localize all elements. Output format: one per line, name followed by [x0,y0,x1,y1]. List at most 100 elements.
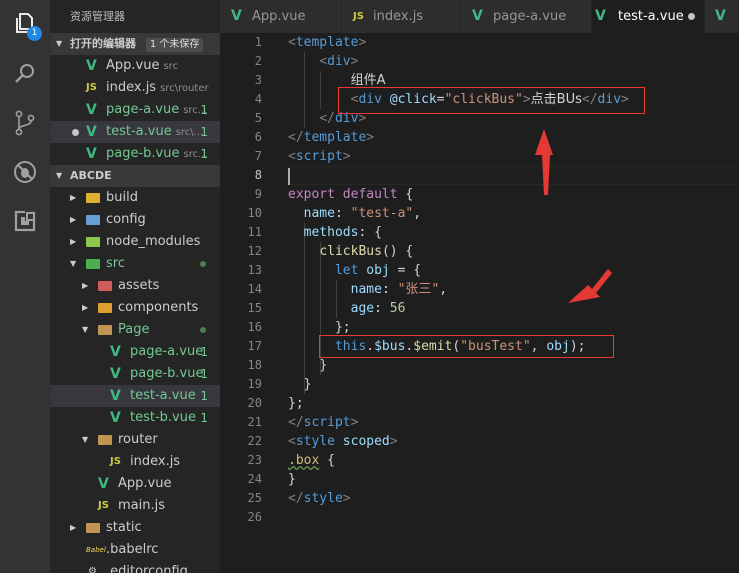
tree-folder-node-modules[interactable]: ▶ node_modules [50,231,220,253]
folder-name: components [118,300,199,315]
vue-file-icon: V [110,344,121,360]
tree-folder-router[interactable]: ▼ router [50,429,220,451]
vue-file-icon: V [86,58,97,74]
folder-name: src [106,256,125,271]
open-editor-item[interactable]: V page-a.vue src... 1 [50,99,220,121]
tree-folder-static[interactable]: ▶ static [50,517,220,539]
unsaved-dot-icon [72,129,79,136]
tree-file-babelrc[interactable]: Babel .babelrc [50,539,220,561]
folder-name: router [118,432,158,447]
vue-file-icon: V [715,8,726,24]
debug-icon[interactable] [0,149,50,195]
tree-folder-page[interactable]: ▼ Page [50,319,220,341]
folder-open-icon [98,429,112,451]
file-name: page-b.vue [130,366,204,381]
chevron-right-icon: ▶ [70,215,77,224]
source-control-icon[interactable] [0,100,50,146]
problem-count: 1 [200,389,208,403]
code-editor[interactable]: 1 2 3 4 5 6 7 8 9 10 11 12 13 14 15 16 17 18 19 20 21 22 23 24 2… [220,33,739,573]
vue-file-icon: V [86,102,97,118]
open-editor-item[interactable]: JS index.js src\router [50,77,220,99]
vue-file-icon: V [595,8,606,24]
vue-file-icon: V [98,476,109,492]
vue-file-icon: V [110,410,121,426]
file-name: test-a.vue [130,388,196,403]
folder-icon [98,297,112,319]
chevron-right-icon: ▶ [70,193,77,202]
modified-dot-icon [200,327,206,333]
file-name: test-b.vue [130,410,196,425]
tree-folder-assets[interactable]: ▶ assets [50,275,220,297]
modified-dot-icon [200,261,206,267]
notification-badge: 1 [27,26,42,41]
unsaved-badge: 1 个未保存 [145,38,204,52]
arrow-up-icon [535,129,553,195]
file-path: src [163,61,179,72]
open-editor-item[interactable]: V page-b.vue src... 1 [50,143,220,165]
editorconfig-file-icon: ⚙ [88,566,97,573]
js-file-icon: JS [98,500,109,511]
file-name: index.js [130,454,181,469]
problem-count: 1 [200,147,208,161]
folder-name: node_modules [106,234,201,249]
tab-label: index.js [373,9,424,24]
file-name: page-a.vue [130,344,204,359]
editor-tabs: V App.vue JS index.js V page-a.vue V tes… [220,0,739,33]
arrow-diagonal-icon [568,269,612,303]
tree-file-test-a-selected[interactable]: V test-a.vue 1 [50,385,220,407]
vue-file-icon: V [110,388,121,404]
tree-file-main-js[interactable]: JS main.js [50,495,220,517]
open-editor-item-active[interactable]: V test-a.vue src\... 1 [50,121,220,143]
file-name: page-b.vue [106,146,180,161]
src-folder-icon [86,253,100,275]
open-editors-header[interactable]: ▼ 打开的编辑器 1 个未保存 [50,33,220,55]
vue-file-icon: V [86,146,97,162]
chevron-down-icon: ▼ [56,171,63,180]
open-editors-list: V App.vue src JS index.js src\router V pag… [50,55,220,165]
tab-index-js[interactable]: JS index.js [342,0,461,33]
tree-file-app-vue[interactable]: V App.vue [50,473,220,495]
problem-count: 1 [200,125,208,139]
problem-count: 1 [200,411,208,425]
tab-overflow[interactable]: V [705,0,739,33]
chevron-down-icon: ▼ [56,39,63,48]
file-name: test-a.vue [106,124,172,139]
tree-file-page-b[interactable]: V page-b.vue 1 [50,363,220,385]
tab-app-vue[interactable]: V App.vue [220,0,342,33]
file-name: .editorconfig [106,564,188,573]
tab-label: test-a.vue [618,9,684,24]
tree-folder-components[interactable]: ▶ components [50,297,220,319]
activity-bar: 1 [0,0,50,573]
tree-file-test-b[interactable]: V test-b.vue 1 [50,407,220,429]
tree-folder-src[interactable]: ▼ src [50,253,220,275]
assets-folder-icon [98,275,112,297]
extensions-icon[interactable] [0,198,50,244]
chevron-down-icon: ▼ [82,325,89,334]
js-file-icon: JS [353,11,364,22]
folder-name: static [106,520,142,535]
file-name: App.vue [118,476,172,491]
chevron-down-icon: ▼ [82,435,89,444]
files-icon[interactable]: 1 [0,0,50,46]
open-editor-item[interactable]: V App.vue src [50,55,220,77]
file-name: App.vue [106,58,160,73]
chevron-right-icon: ▶ [82,281,89,290]
tab-test-a-vue[interactable]: V test-a.vue [592,0,705,33]
folder-name: config [106,212,146,227]
unsaved-dot-icon[interactable] [688,13,695,20]
tab-page-a-vue[interactable]: V page-a.vue [461,0,592,33]
search-icon[interactable] [0,50,50,96]
folder-name: assets [118,278,160,293]
vue-file-icon: V [86,124,97,140]
tree-file-editorconfig[interactable]: ⚙ .editorconfig [50,561,220,573]
project-header[interactable]: ▼ ABCDE [50,165,220,187]
js-file-icon: JS [110,456,121,467]
tree-folder-config[interactable]: ▶ config [50,209,220,231]
tree-file-index-js[interactable]: JS index.js [50,451,220,473]
tab-label: App.vue [252,9,306,24]
tree-folder-build[interactable]: ▶ build [50,187,220,209]
tree-file-page-a[interactable]: V page-a.vue 1 [50,341,220,363]
chevron-right-icon: ▶ [70,523,77,532]
folder-icon [86,187,100,209]
project-title: ABCDE [70,169,112,182]
